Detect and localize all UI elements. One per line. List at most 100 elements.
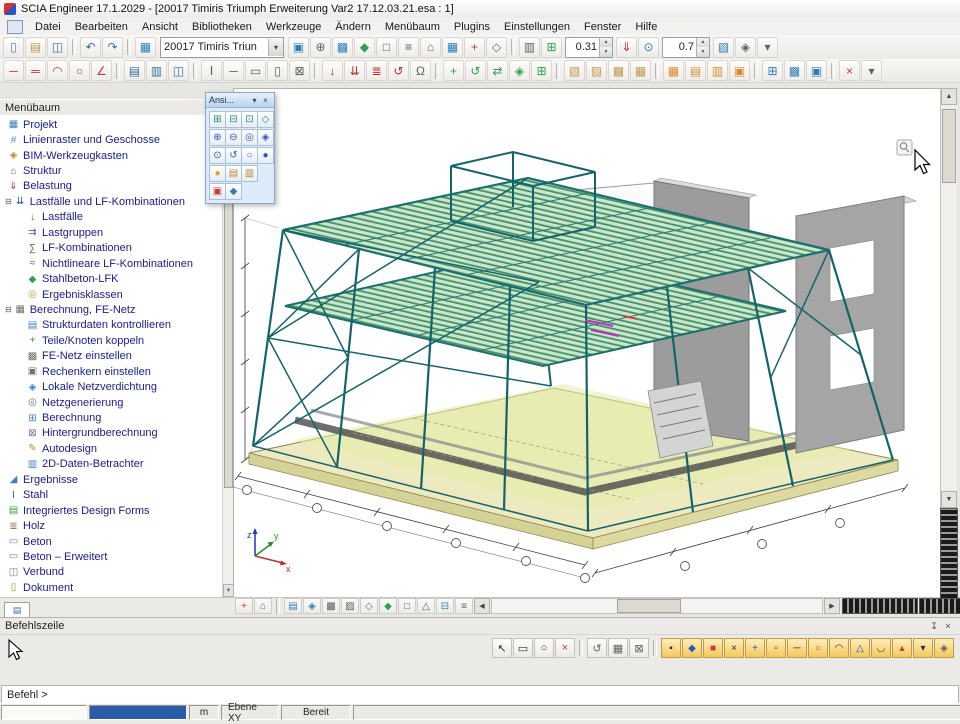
menu-item[interactable]: Bearbeiten [68, 20, 135, 34]
snap-midpoint-icon[interactable]: ◆ [682, 638, 702, 658]
zoom-out-icon[interactable]: ⊖ [225, 129, 242, 146]
grid-toggle-icon[interactable]: ▦ [442, 37, 463, 58]
filter-icon[interactable]: ▨ [586, 60, 607, 81]
snap-grid-icon[interactable]: ▫ [766, 638, 786, 658]
tree-item[interactable]: Ⅰ Stahl [0, 488, 233, 503]
tree-item[interactable]: # Linienraster und Geschosse [0, 132, 233, 147]
clip-box-icon[interactable]: ◇ [486, 37, 507, 58]
open-project-icon[interactable]: ▤ [25, 37, 46, 58]
tree-expander-icon[interactable]: ⊟ [5, 197, 12, 206]
tree-item[interactable]: ◆ Stahlbeton-LFK [0, 271, 233, 286]
tree-item[interactable]: ⌂ Struktur [0, 163, 233, 178]
paste-icon[interactable]: ▥ [146, 60, 167, 81]
plate-icon[interactable]: ▭ [245, 60, 266, 81]
column-icon[interactable]: Ⅰ [201, 60, 222, 81]
mesh-icon[interactable]: ▩ [784, 60, 805, 81]
clipping-icon[interactable]: ▣ [209, 183, 226, 200]
spinner-arrows-icon[interactable]: ▲▼ [599, 38, 612, 57]
multicopy-icon[interactable]: ⊞ [531, 60, 552, 81]
blank[interactable] [257, 183, 272, 198]
blank[interactable] [241, 183, 256, 198]
menu-item[interactable]: Hilfe [628, 20, 664, 34]
double-line-icon[interactable]: ═ [25, 60, 46, 81]
perspective-icon[interactable]: △ [417, 598, 435, 614]
snap-intersection-icon[interactable]: × [724, 638, 744, 658]
horizontal-scroll-thumb[interactable] [617, 599, 681, 613]
horizontal-scrollbar[interactable] [491, 598, 823, 614]
snap-arc-icon[interactable]: ◡ [871, 638, 891, 658]
activity-filter-icon[interactable]: ▦ [630, 60, 651, 81]
view-info-icon[interactable]: ≡ [455, 598, 473, 614]
zoom-button[interactable] [897, 140, 912, 155]
tree-item[interactable]: ▤ Strukturdaten kontrollieren [0, 318, 233, 333]
mirror-icon[interactable]: ⇄ [487, 60, 508, 81]
status-unit[interactable]: m [189, 705, 219, 720]
view-axo-icon[interactable]: ◇ [257, 111, 274, 128]
snap-icon[interactable]: + [464, 37, 485, 58]
tree-item[interactable]: ◈ BIM-Werkzeugkasten [0, 148, 233, 163]
zoom-extents-icon[interactable]: ⊕ [310, 37, 331, 58]
tree-item[interactable]: ▩ FE-Netz einstellen [0, 349, 233, 364]
view-y-icon[interactable]: ▤ [685, 60, 706, 81]
toolbar-options-icon[interactable]: ▾ [757, 37, 778, 58]
tree-panel-tab[interactable]: ▤ [4, 602, 30, 618]
menu-item[interactable]: Werkzeuge [259, 20, 328, 34]
snap-line-icon[interactable]: ─ [787, 638, 807, 658]
status-plane[interactable]: Ebene XY [221, 705, 279, 720]
scroll-right-icon[interactable]: ▶ [824, 598, 840, 614]
render-settings-icon[interactable]: ◆ [225, 183, 242, 200]
view-yz-icon[interactable]: ⊡ [241, 111, 258, 128]
line-icon[interactable]: ─ [3, 60, 24, 81]
scale-icon[interactable]: ◈ [509, 60, 530, 81]
load-view-icon[interactable]: ▥ [241, 165, 258, 182]
render-mode-icon[interactable]: ◆ [354, 37, 375, 58]
snap-circle-icon[interactable]: ○ [808, 638, 828, 658]
named-selection-icon[interactable]: ▩ [608, 60, 629, 81]
menu-item[interactable]: Menübaum [378, 20, 447, 34]
tree-item[interactable]: ▤ Integriertes Design Forms [0, 503, 233, 518]
scroll-left-icon[interactable]: ◀ [474, 598, 490, 614]
scroll-up-icon[interactable]: ▲ [941, 88, 957, 105]
collapsed-toolbar-handle[interactable] [842, 598, 918, 614]
tree-item[interactable]: ⇓ Belastung [0, 179, 233, 194]
floating-toolbar-titlebar[interactable]: Ansi... ▾ × [206, 93, 274, 108]
deselect-icon[interactable]: × [555, 638, 575, 658]
select-circle-icon[interactable]: ○ [534, 638, 554, 658]
vertical-scroll-thumb[interactable] [942, 109, 956, 183]
blank[interactable] [257, 165, 272, 180]
scale-spinner-1[interactable]: 0.31 ▲▼ [565, 37, 613, 58]
quick-view-icon[interactable]: ◇ [360, 598, 378, 614]
redraw-icon[interactable]: ○ [241, 147, 258, 164]
snap-point-icon[interactable]: ▪ [661, 638, 681, 658]
wall-icon[interactable]: ▯ [267, 60, 288, 81]
tree-item[interactable]: ∑ LF-Kombinationen [0, 241, 233, 256]
tree-item[interactable]: ▦ Projekt [0, 117, 233, 132]
display-scale-icon[interactable]: ⊙ [638, 37, 659, 58]
opening-icon[interactable]: ⊠ [289, 60, 310, 81]
command-input[interactable]: Befehl > [1, 685, 959, 704]
selection-mode-icon[interactable]: ▤ [284, 598, 302, 614]
zoom-selection-icon[interactable]: ⊙ [209, 147, 226, 164]
gallery-icon[interactable]: ▣ [806, 60, 827, 81]
select-single-icon[interactable]: ↖ [492, 638, 512, 658]
circle-icon[interactable]: ○ [69, 60, 90, 81]
surface-load-icon[interactable]: ≣ [366, 60, 387, 81]
tree-item[interactable]: ◎ Netzgenerierung [0, 395, 233, 410]
table-input-icon[interactable]: ▥ [519, 37, 540, 58]
vertical-scrollbar[interactable]: ▲ ▼ [940, 88, 957, 508]
snap-tangent-icon[interactable]: ◠ [829, 638, 849, 658]
snap-ortho-icon[interactable]: + [745, 638, 765, 658]
mesh-display-icon[interactable]: ▩ [332, 37, 353, 58]
view-xz-icon[interactable]: ⊟ [225, 111, 242, 128]
add-view-icon[interactable]: ⊞ [541, 37, 562, 58]
chevron-down-icon[interactable]: ▾ [268, 39, 283, 56]
menu-item[interactable]: Ändern [328, 20, 377, 34]
dot-grid-icon[interactable]: ▩ [322, 598, 340, 614]
project-data-icon[interactable]: ▦ [135, 37, 156, 58]
print-picture-icon[interactable]: ▣ [729, 60, 750, 81]
arc-icon[interactable]: ◠ [47, 60, 68, 81]
view-z-icon[interactable]: ▥ [707, 60, 728, 81]
menu-item[interactable]: Plugins [447, 20, 497, 34]
close-icon[interactable]: × [260, 95, 271, 106]
tree-item[interactable]: ⊟ ▦ Berechnung, FE-Netz [0, 302, 233, 317]
